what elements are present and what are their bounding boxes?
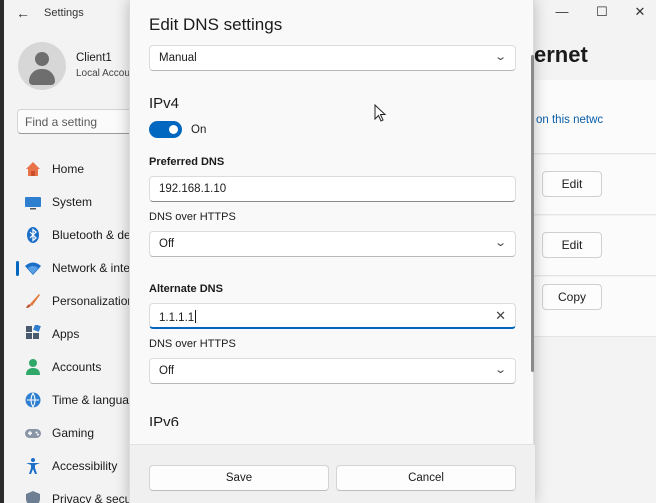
mouse-cursor-icon — [374, 104, 387, 122]
sidebar-item-bluetooth[interactable]: Bluetooth & de — [14, 219, 131, 252]
sidebar-item-system[interactable]: System — [14, 186, 130, 219]
ethernet-settings-pane: ernet on this netwc Edit Edit Copy — [534, 0, 656, 503]
ip-edit-button[interactable]: Edit — [542, 171, 602, 197]
save-button[interactable]: Save — [149, 465, 329, 491]
sidebar-item-network[interactable]: Network & inte — [14, 252, 130, 285]
text-caret — [195, 310, 197, 323]
system-icon — [25, 197, 41, 210]
search-input[interactable]: Find a setting — [17, 109, 147, 134]
page-title: ernet — [534, 42, 588, 67]
network-link[interactable]: on this netwc — [536, 114, 603, 126]
chevron-down-icon: ⌄ — [493, 51, 507, 63]
dialog-footer: Save Cancel — [130, 444, 535, 503]
alternate-doh-dropdown[interactable]: Off ⌄ — [149, 358, 516, 384]
preferred-dns-field[interactable]: 192.168.1.10 — [149, 176, 516, 202]
dns-mode-dropdown[interactable]: Manual ⌄ — [149, 45, 516, 71]
sidebar-item-home[interactable]: Home — [14, 153, 130, 186]
alternate-doh-label: DNS over HTTPS — [149, 338, 236, 350]
network-icon — [25, 262, 41, 275]
preferred-doh-value: Off — [159, 238, 175, 250]
sidebar-item-apps[interactable]: Apps — [14, 318, 130, 351]
alternate-dns-value: 1.1.1.1 — [159, 312, 195, 324]
sidebar-item-label: Gaming — [52, 426, 95, 440]
chevron-down-icon: ⌄ — [493, 237, 507, 249]
sidebar-item-label: Privacy & secu — [52, 492, 132, 503]
sidebar-item-gaming[interactable]: Gaming — [14, 417, 130, 450]
ipv6-heading: IPv6 — [149, 414, 180, 426]
chevron-down-icon: ⌄ — [493, 364, 507, 376]
brush-icon — [26, 294, 40, 308]
profile-account-type: Local Accou — [76, 68, 130, 79]
alternate-dns-field[interactable]: 1.1.1.1 ✕ — [149, 303, 516, 329]
ipv4-toggle-state: On — [191, 124, 207, 136]
preferred-dns-label: Preferred DNS — [149, 156, 225, 168]
copy-button[interactable]: Copy — [542, 284, 602, 310]
desktop-edge — [0, 0, 4, 503]
sidebar-item-label: Time & langua — [52, 393, 129, 407]
back-button[interactable]: ← — [14, 4, 32, 22]
sidebar-item-label: Accounts — [52, 360, 102, 374]
dialog-title: Edit DNS settings — [149, 15, 283, 34]
clear-icon[interactable]: ✕ — [495, 308, 506, 324]
scrollbar[interactable] — [531, 55, 534, 372]
ipv6-heading-clip: IPv6 — [130, 412, 530, 426]
preferred-doh-label: DNS over HTTPS — [149, 211, 236, 223]
dns-edit-button[interactable]: Edit — [542, 232, 602, 258]
app-title: Settings — [44, 7, 84, 19]
preferred-dns-value: 192.168.1.10 — [159, 183, 227, 195]
edit-dns-dialog: Edit DNS settings Manual ⌄ IPv4 On Prefe… — [129, 0, 535, 503]
ipv4-heading: IPv4 — [149, 95, 180, 112]
alternate-dns-label: Alternate DNS — [149, 283, 223, 295]
sidebar-item-personalization[interactable]: Personalization — [14, 285, 134, 318]
sidebar-item-label: Home — [52, 162, 85, 176]
gamepad-icon — [25, 429, 41, 438]
sidebar-item-accounts[interactable]: Accounts — [14, 351, 130, 384]
preferred-doh-dropdown[interactable]: Off ⌄ — [149, 231, 516, 257]
home-icon — [26, 162, 40, 176]
dns-mode-value: Manual — [159, 52, 197, 64]
cancel-button[interactable]: Cancel — [336, 465, 516, 491]
sidebar-item-label: Apps — [52, 327, 80, 341]
globe-icon — [25, 392, 41, 409]
accounts-icon — [26, 359, 40, 375]
sidebar-item-label: Network & inte — [52, 261, 131, 275]
sidebar-item-accessibility[interactable]: Accessibility — [14, 450, 130, 483]
sidebar-item-label: Personalization — [52, 294, 135, 308]
bluetooth-icon — [27, 227, 39, 243]
avatar — [18, 42, 66, 90]
ipv4-toggle[interactable] — [149, 121, 182, 138]
profile-name: Client1 — [76, 52, 112, 64]
sidebar-item-label: Accessibility — [52, 459, 118, 473]
alternate-doh-value: Off — [159, 365, 175, 377]
accessibility-icon — [26, 458, 40, 474]
sidebar-item-privacy-security[interactable]: Privacy & secu — [14, 483, 132, 503]
sidebar-item-time-language[interactable]: Time & langua — [14, 384, 130, 417]
sidebar-item-label: Bluetooth & de — [52, 228, 131, 242]
sidebar-nav: Home System Bluetooth & de Network & int… — [14, 153, 134, 503]
shield-icon — [26, 491, 40, 503]
sidebar-item-label: System — [52, 195, 93, 209]
apps-icon — [26, 325, 41, 339]
